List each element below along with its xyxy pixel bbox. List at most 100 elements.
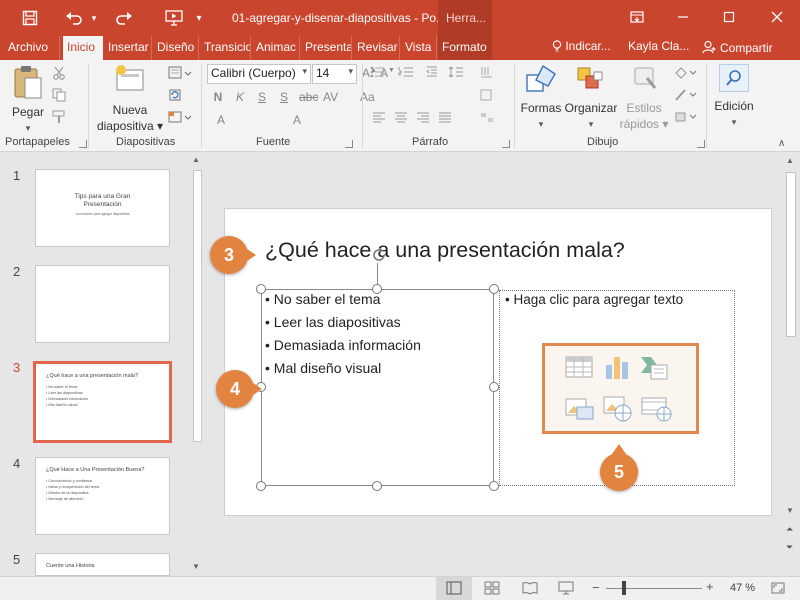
section-icon[interactable] <box>168 110 192 127</box>
chart-icon[interactable] <box>603 353 631 384</box>
align-right-icon[interactable] <box>416 112 430 127</box>
bullet-item[interactable]: • Leer las diapositivas <box>265 314 401 330</box>
zoom-slider-track[interactable] <box>606 588 702 589</box>
customize-icon[interactable]: ▾ <box>192 6 206 30</box>
share-button[interactable]: Compartir <box>696 37 779 59</box>
tell-me-box[interactable]: Indicar... <box>552 39 611 53</box>
tab-presentacion[interactable]: Presenta <box>301 36 352 60</box>
video-icon[interactable] <box>641 395 673 426</box>
collapse-ribbon-icon[interactable]: ∧ <box>778 138 785 149</box>
placeholder-prompt[interactable]: • Haga clic para agregar texto <box>505 292 683 307</box>
tab-formato[interactable]: Formato <box>438 36 492 60</box>
undo-icon[interactable] <box>62 6 86 30</box>
shape-effects-icon[interactable] <box>674 110 697 127</box>
slide-sorter-icon[interactable] <box>484 581 500 598</box>
arrange-button[interactable]: Organizar ▾ <box>564 64 618 134</box>
zoom-slider-thumb[interactable] <box>622 581 626 595</box>
paste-button[interactable]: Pegar ▾ <box>8 64 48 133</box>
scroll-down-icon[interactable]: ▼ <box>786 506 794 515</box>
normal-view-icon[interactable] <box>436 577 472 600</box>
tab-vista[interactable]: Vista <box>401 36 437 60</box>
strikethrough-icon[interactable]: abc <box>299 90 318 106</box>
undo-dropdown-icon[interactable]: ▾ <box>88 6 100 30</box>
align-text-icon[interactable] <box>480 89 496 104</box>
reset-icon[interactable] <box>168 88 182 105</box>
tab-revisar[interactable]: Revisar <box>353 36 400 60</box>
resize-handle[interactable] <box>256 284 266 294</box>
shape-outline-icon[interactable] <box>674 88 697 105</box>
redo-icon[interactable] <box>112 6 136 30</box>
table-icon[interactable] <box>565 355 593 382</box>
italic-icon[interactable]: K <box>233 90 247 106</box>
editing-button[interactable]: Edición ▾ <box>710 64 758 134</box>
slide-title[interactable]: ¿Qué hace a una presentación mala? <box>265 238 625 263</box>
format-painter-icon[interactable] <box>52 110 66 127</box>
user-name[interactable]: Kayla Cla... <box>628 39 689 53</box>
zoom-out-icon[interactable]: − <box>592 580 600 595</box>
thumbnail-slide-4[interactable]: ¿Qué Hace a Una Presentación Buena? • Co… <box>35 457 170 535</box>
font-launcher-icon[interactable] <box>345 140 353 148</box>
copy-icon[interactable] <box>52 88 66 105</box>
clipboard-launcher-icon[interactable] <box>79 140 87 148</box>
decrease-indent-icon[interactable] <box>426 66 438 81</box>
scrollbar-thumb[interactable] <box>786 172 796 337</box>
resize-handle[interactable] <box>489 481 499 491</box>
resize-handle[interactable] <box>489 382 499 392</box>
bullet-item[interactable]: • Demasiada información <box>265 337 421 353</box>
ribbon-display-icon[interactable] <box>620 0 654 34</box>
justify-icon[interactable] <box>438 112 452 127</box>
layout-icon[interactable] <box>168 66 192 83</box>
smartart-icon[interactable] <box>639 355 669 384</box>
resize-handle[interactable] <box>372 284 382 294</box>
fit-to-window-icon[interactable] <box>770 581 786 598</box>
save-icon[interactable] <box>18 6 42 30</box>
online-picture-icon[interactable] <box>603 395 633 426</box>
thumbnail-slide-5[interactable]: Cuente una Historia <box>35 553 170 576</box>
smartart-convert-icon[interactable] <box>480 112 496 127</box>
thumbnail-slide-2[interactable] <box>35 265 170 343</box>
scrollbar-thumb[interactable] <box>193 170 202 442</box>
scroll-down-icon[interactable]: ▼ <box>192 562 200 571</box>
resize-handle[interactable] <box>256 481 266 491</box>
maximize-icon[interactable] <box>712 0 746 34</box>
zoom-in-icon[interactable]: + <box>706 579 714 594</box>
thumbnail-slide-3[interactable]: ¿Qué hace a una presentación mala? • No … <box>33 361 172 443</box>
quick-styles-button[interactable]: Estilos rápidos ▾ <box>618 64 670 134</box>
thumbnail-scrollbar[interactable]: ▲ ▼ <box>190 152 205 576</box>
scroll-up-icon[interactable]: ▲ <box>192 155 200 164</box>
shape-fill-icon[interactable] <box>674 66 697 83</box>
shapes-button[interactable]: Formas ▾ <box>518 64 564 134</box>
cut-icon[interactable] <box>52 66 66 83</box>
next-slide-icon[interactable]: ⏷ <box>786 542 793 553</box>
minimize-icon[interactable] <box>666 0 700 34</box>
drawing-launcher-icon[interactable] <box>697 140 705 148</box>
font-size-select[interactable]: 14 ▾ <box>312 64 357 84</box>
tab-archivo[interactable]: Archivo <box>4 36 60 60</box>
align-center-icon[interactable] <box>394 112 408 127</box>
editor-scrollbar[interactable]: ▲ ▼ ⏶ ⏷ <box>782 152 800 576</box>
new-slide-button[interactable]: Nueva diapositiva ▾ <box>94 64 166 134</box>
thumbnail-slide-1[interactable]: Tips para una Gran Presentación Un resum… <box>35 169 170 247</box>
bullets-icon[interactable] <box>370 66 390 81</box>
text-direction-icon[interactable] <box>480 66 496 81</box>
zoom-level[interactable]: 47 % <box>730 582 755 594</box>
previous-slide-icon[interactable]: ⏶ <box>786 524 793 535</box>
numbering-icon[interactable] <box>398 66 418 81</box>
bullet-item[interactable]: • No saber el tema <box>265 291 380 307</box>
tab-diseno[interactable]: Diseño <box>153 36 199 60</box>
paragraph-launcher-icon[interactable] <box>502 140 510 148</box>
tab-animaciones[interactable]: Animac <box>252 36 300 60</box>
underline-icon[interactable]: S <box>255 90 269 106</box>
bullet-item[interactable]: • Mal diseño visual <box>265 360 381 376</box>
clear-formatting-icon[interactable]: A <box>214 113 228 129</box>
reading-view-icon[interactable] <box>522 581 538 598</box>
shadow-icon[interactable]: S <box>277 90 291 106</box>
scroll-up-icon[interactable]: ▲ <box>786 156 794 165</box>
font-name-select[interactable]: Calibri (Cuerpo) ▾ <box>207 64 311 84</box>
tab-inicio[interactable]: Inicio <box>63 36 103 61</box>
slideshow-view-icon[interactable] <box>558 581 574 598</box>
font-color-icon[interactable]: A <box>290 113 304 129</box>
close-icon[interactable] <box>760 0 794 34</box>
tab-transiciones[interactable]: Transicio <box>200 36 251 60</box>
picture-icon[interactable] <box>565 395 595 426</box>
